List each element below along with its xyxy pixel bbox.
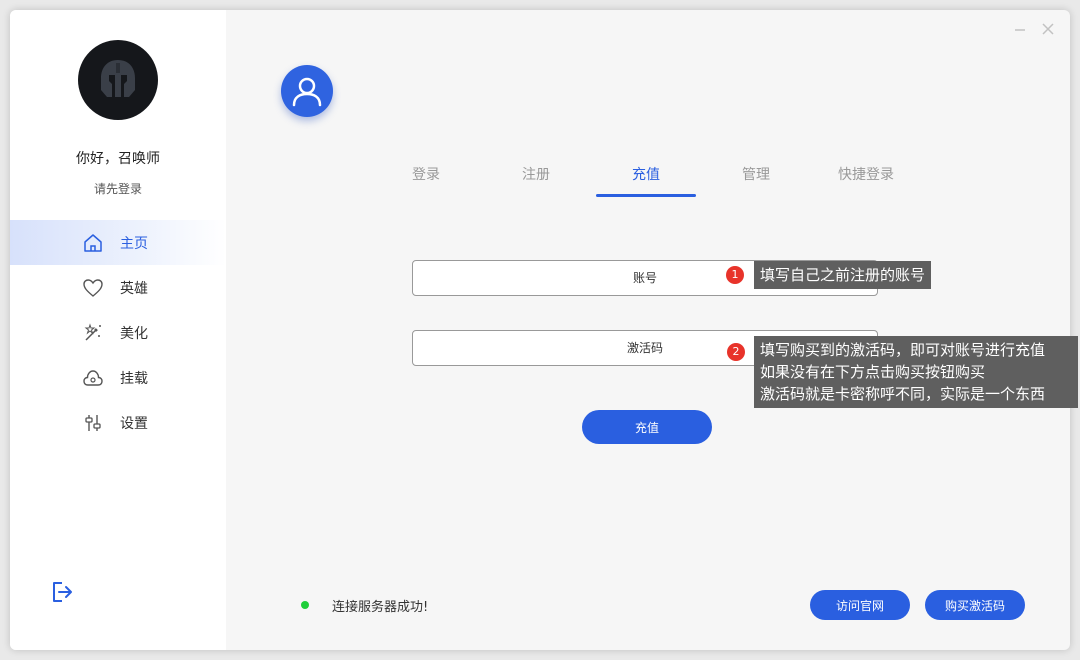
- sidebar-item-settings[interactable]: 设置: [10, 400, 226, 445]
- window-controls: [1012, 22, 1056, 38]
- close-button[interactable]: [1040, 22, 1056, 38]
- greeting-text: 你好，召唤师: [76, 151, 160, 167]
- logout-button[interactable]: [50, 580, 74, 604]
- sidebar-item-beautify[interactable]: 美化: [10, 310, 226, 355]
- minimize-icon: [1015, 29, 1025, 31]
- tooltip-badge: 2: [727, 343, 745, 361]
- magic-wand-icon: [82, 322, 104, 344]
- sidebar-item-heroes[interactable]: 英雄: [10, 265, 226, 310]
- cloud-icon: [82, 367, 104, 389]
- sidebar: 你好，召唤师 请先登录 主页 英雄 美化 挂载 设置: [10, 10, 226, 650]
- sidebar-item-label: 挂载: [120, 370, 148, 387]
- tooltip-line: 填写自己之前注册的账号: [760, 266, 926, 284]
- status-indicator: [301, 601, 309, 609]
- visit-website-button[interactable]: 访问官网: [810, 590, 910, 620]
- sidebar-item-mount[interactable]: 挂载: [10, 355, 226, 400]
- app-window: 你好，召唤师 请先登录 主页 英雄 美化 挂载 设置 登录 注册 充值 管理 快…: [10, 10, 1070, 650]
- tab-active-indicator: [596, 194, 696, 197]
- tab-recharge[interactable]: 充值: [596, 160, 696, 200]
- tab-manage[interactable]: 管理: [706, 160, 806, 200]
- home-icon: [82, 232, 104, 254]
- tooltip-line: 激活码就是卡密称呼不同，实际是一个东西: [760, 385, 1046, 403]
- tooltip-line: 填写购买到的激活码，即可对账号进行充值: [760, 341, 1046, 359]
- login-hint: 请先登录: [93, 182, 142, 196]
- close-icon: [1042, 23, 1054, 35]
- sidebar-item-label: 主页: [120, 235, 148, 252]
- user-icon: [292, 77, 322, 107]
- tab-login[interactable]: 登录: [376, 160, 476, 200]
- sidebar-item-label: 英雄: [120, 280, 148, 297]
- sidebar-item-home[interactable]: 主页: [10, 220, 226, 265]
- tab-register[interactable]: 注册: [486, 160, 586, 200]
- sidebar-nav: 主页 英雄 美化 挂载 设置: [10, 220, 226, 445]
- activation-code-tooltip: 填写购买到的激活码，即可对账号进行充值 如果没有在下方点击购买按钮购买 激活码就…: [754, 336, 1078, 408]
- buy-activation-code-button[interactable]: 购买激活码: [925, 590, 1025, 620]
- tooltip-line: 如果没有在下方点击购买按钮购买: [760, 363, 986, 381]
- recharge-button[interactable]: 充值: [582, 410, 712, 444]
- tab-label: 充值: [632, 167, 660, 183]
- tooltip-badge: 1: [726, 266, 744, 284]
- user-avatar: [281, 65, 333, 117]
- sidebar-item-label: 设置: [120, 415, 148, 432]
- avatar[interactable]: [78, 40, 158, 120]
- logout-icon: [53, 582, 72, 602]
- sidebar-item-label: 美化: [120, 325, 148, 342]
- sliders-icon: [82, 412, 104, 434]
- heart-icon: [82, 277, 104, 299]
- helmet-icon: [101, 60, 135, 97]
- account-tooltip: 填写自己之前注册的账号: [754, 261, 932, 289]
- tab-quick-login[interactable]: 快捷登录: [816, 160, 916, 200]
- status-text: 连接服务器成功!: [332, 600, 429, 615]
- minimize-button[interactable]: [1012, 22, 1028, 38]
- main-panel: 登录 注册 充值 管理 快捷登录 充值 连接服务器成功! 访问官网 购买激活码: [226, 10, 1070, 650]
